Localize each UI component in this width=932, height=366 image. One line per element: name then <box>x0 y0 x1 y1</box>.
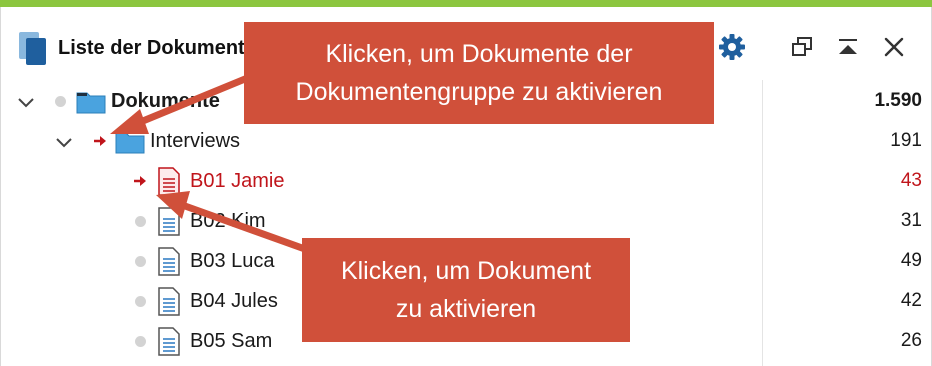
callout-group-activation: Klicken, um Dokumente der Dokumentengrup… <box>244 22 714 124</box>
callout-line: Klicken, um Dokumente der <box>325 40 633 68</box>
callout-line: Klicken, um Dokument <box>340 257 592 285</box>
document-icon <box>158 207 180 236</box>
settings-button[interactable] <box>714 29 750 65</box>
document-row[interactable]: B02 Kim 31 <box>0 202 932 242</box>
activation-dot[interactable] <box>55 96 66 107</box>
document-label: B04 Jules <box>190 290 278 312</box>
activation-arrow-icon[interactable] <box>133 174 147 188</box>
chevron-down-icon[interactable] <box>54 132 74 152</box>
document-label: B03 Luca <box>190 250 275 272</box>
close-button[interactable] <box>876 29 912 65</box>
count-root: 1.590 <box>874 90 922 111</box>
document-list-icon <box>19 32 46 65</box>
document-label: B01 Jamie <box>190 170 285 192</box>
callout-line: zu aktivieren <box>395 295 537 323</box>
undock-window-button[interactable] <box>784 29 820 65</box>
activation-arrow-icon[interactable] <box>93 134 107 148</box>
document-icon <box>158 167 180 196</box>
activation-dot[interactable] <box>135 256 146 267</box>
document-icon <box>158 327 180 356</box>
document-label: B02 Kim <box>190 210 266 232</box>
document-row[interactable]: B01 Jamie 43 <box>0 162 932 202</box>
document-count: 26 <box>900 330 922 351</box>
undock-window-icon <box>792 37 812 56</box>
count-group: 191 <box>890 130 922 151</box>
callout-line: Dokumentengruppe zu aktivieren <box>295 78 663 106</box>
folder-icon <box>115 132 145 154</box>
document-icon <box>158 287 180 316</box>
chevron-down-icon[interactable] <box>16 92 36 112</box>
folder-icon <box>76 92 106 114</box>
activation-dot[interactable] <box>135 336 146 347</box>
accent-bar <box>0 0 932 7</box>
tree-label-root: Dokumente <box>111 90 220 112</box>
tree-label-group: Interviews <box>150 130 241 152</box>
document-count: 42 <box>900 290 922 311</box>
collapse-panel-button[interactable] <box>830 29 866 65</box>
document-count: 49 <box>900 250 922 271</box>
tree-row-group[interactable]: Interviews 191 <box>0 122 932 162</box>
gear-icon <box>719 34 745 60</box>
document-count: 43 <box>900 170 922 191</box>
document-label: B05 Sam <box>190 330 273 352</box>
document-icon <box>158 247 180 276</box>
activation-dot[interactable] <box>135 216 146 227</box>
close-icon <box>884 37 904 57</box>
activation-dot[interactable] <box>135 296 146 307</box>
callout-document-activation: Klicken, um Dokument zu aktivieren <box>302 238 630 342</box>
panel-title: Liste der Dokumente <box>58 37 256 59</box>
document-count: 31 <box>900 210 922 231</box>
collapse-up-icon <box>839 39 857 54</box>
